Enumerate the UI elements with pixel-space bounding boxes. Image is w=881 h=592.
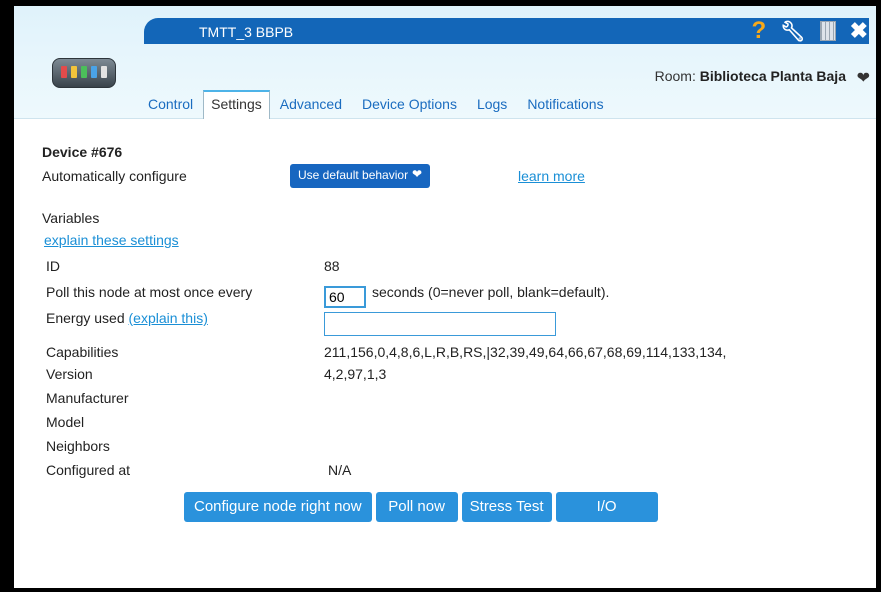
model-label: Model xyxy=(46,414,85,430)
header-icons: ? 🔧︎ ✖ xyxy=(752,18,869,44)
device-settings-window: TMTT_3 BBPB ? 🔧︎ ✖ Room: Biblioteca Plan… xyxy=(12,6,878,588)
capabilities-label: Capabilities xyxy=(46,344,119,360)
version-label: Version xyxy=(46,366,93,382)
device-logo-icon xyxy=(52,58,116,88)
poll-interval-input[interactable] xyxy=(324,286,366,308)
tab-logs[interactable]: Logs xyxy=(467,96,517,118)
configure-node-button[interactable]: Configure node right now xyxy=(184,492,372,522)
energy-label: Energy used (explain this) xyxy=(46,310,208,326)
tab-settings[interactable]: Settings xyxy=(203,90,270,119)
window-title: TMTT_3 BBPB xyxy=(199,24,294,40)
chevron-down-icon[interactable]: ❤︎ xyxy=(857,68,870,88)
poll-suffix: seconds (0=never poll, blank=default). xyxy=(372,284,610,300)
device-title: Device #676 xyxy=(42,144,123,160)
tab-bar: Control Settings Advanced Device Options… xyxy=(138,90,614,119)
action-buttons: Configure node right now Poll now Stress… xyxy=(184,492,658,522)
explain-settings-link[interactable]: explain these settings xyxy=(44,232,179,248)
room-label: Room: Biblioteca Planta Baja xyxy=(654,68,846,84)
stress-test-button[interactable]: Stress Test xyxy=(461,492,552,522)
tab-notifications[interactable]: Notifications xyxy=(517,96,613,118)
neighbors-label: Neighbors xyxy=(46,438,110,454)
energy-used-input[interactable] xyxy=(324,312,556,336)
tab-device-options[interactable]: Device Options xyxy=(352,96,467,118)
window-header: TMTT_3 BBPB ? 🔧︎ ✖ Room: Biblioteca Plan… xyxy=(14,6,876,119)
chevron-down-icon: ❤︎ xyxy=(411,167,422,181)
auto-config-label: Automatically configure xyxy=(42,168,187,184)
close-icon[interactable]: ✖ xyxy=(850,18,868,44)
configured-label: Configured at xyxy=(46,462,131,478)
trash-icon[interactable] xyxy=(819,21,836,41)
help-icon[interactable]: ? xyxy=(752,18,767,44)
tab-advanced[interactable]: Advanced xyxy=(270,96,352,118)
id-label: ID xyxy=(46,258,60,274)
capabilities-value: 211,156,0,4,8,6,L,R,B,RS,|32,39,49,64,66… xyxy=(324,344,727,360)
configured-value: N/A xyxy=(328,462,352,478)
wrench-icon[interactable]: 🔧︎ xyxy=(780,19,805,44)
poll-now-button[interactable]: Poll now xyxy=(375,492,458,522)
room-name: Biblioteca Planta Baja xyxy=(699,68,846,84)
manufacturer-label: Manufacturer xyxy=(46,390,129,406)
learn-more-link[interactable]: learn more xyxy=(518,168,585,184)
id-value: 88 xyxy=(324,258,340,274)
auto-config-dropdown[interactable]: Use default behavior ❤︎ xyxy=(290,164,430,188)
tab-control[interactable]: Control xyxy=(138,96,203,118)
explain-energy-link[interactable]: (explain this) xyxy=(129,310,208,326)
variables-heading: Variables xyxy=(42,210,100,226)
poll-label: Poll this node at most once every xyxy=(46,284,253,300)
version-value: 4,2,97,1,3 xyxy=(324,366,387,382)
io-button[interactable]: I/O xyxy=(555,492,658,522)
